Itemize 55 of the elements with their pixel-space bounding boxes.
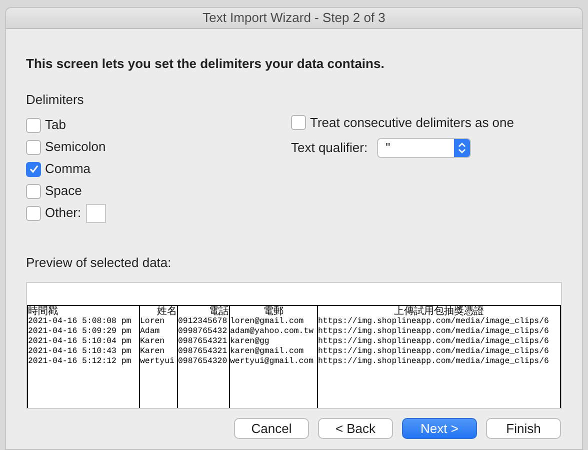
preview-cell-text: 2021-04-16 5:09:29 pm (28, 326, 132, 336)
preview-cell-text: Karen (140, 346, 166, 356)
dialog-button[interactable]: Next > (402, 418, 477, 438)
checkbox[interactable] (26, 140, 41, 154)
preview-cell-text: wertyui@gmail.com (230, 356, 315, 366)
preview-cell-text: https://img.shoplineapp.com/media/image_clips/6 (318, 316, 550, 326)
preview-cell-text: Adam (140, 326, 161, 336)
column-header: 姓名 (156, 306, 177, 316)
preview-cell-text: 2021-04-16 5:10:04 pm (28, 336, 132, 346)
dialog-button[interactable]: < Back (318, 418, 393, 438)
checkbox[interactable] (26, 162, 41, 176)
checkmark-icon (28, 164, 38, 174)
column-header: 時間戳 (28, 306, 59, 316)
checkbox-label[interactable]: Treat consecutive delimiters as one (310, 112, 514, 132)
preview-cell-text: 0987654321 (178, 346, 228, 356)
preview-cell-text: karen@gg (230, 336, 270, 346)
checkbox[interactable] (26, 118, 41, 132)
preview-cell-text: 0987654320 (178, 356, 228, 366)
dialog-button[interactable]: Cancel (234, 418, 309, 438)
preview-cell-text: adam@yahoo.com.tw (230, 326, 315, 336)
preview-cell-text: https://img.shoplineapp.com/media/image_clips/6 (318, 346, 550, 356)
preview-cell-text: Karen (140, 336, 166, 346)
preview-label: Preview of selected data: (26, 254, 172, 272)
checkbox[interactable] (26, 184, 41, 198)
text-qualifier-label: Text qualifier: (291, 139, 368, 158)
preview-cell-text: 2021-04-16 5:10:43 pm (28, 346, 132, 356)
stepper-icon (454, 139, 470, 157)
preview-cell-text: loren@gmail.com (230, 316, 305, 326)
checkbox[interactable] (291, 114, 306, 130)
preview-cell-text: https://img.shoplineapp.com/media/image_clips/6 (318, 326, 550, 336)
preview-cell-text: Loren (140, 316, 166, 326)
preview-cell-text: karen@gmail.com (230, 346, 305, 356)
checkbox[interactable] (26, 206, 41, 220)
checkbox-label[interactable]: Other: (45, 203, 82, 223)
preview-cell-text: https://img.shoplineapp.com/media/image_clips/6 (318, 336, 550, 346)
window-title: Text Import Wizard - Step 2 of 3 (202, 9, 386, 28)
other-input-field[interactable] (86, 204, 106, 222)
dialog-button[interactable]: Finish (486, 418, 561, 438)
preview-cell-text: 2021-04-16 5:08:08 pm (28, 316, 132, 326)
checkbox-label[interactable]: Tab (45, 115, 66, 135)
preview-cell-text: 0998765432 (178, 326, 228, 336)
column-header: 電話 (208, 306, 229, 316)
checkbox-label[interactable]: Comma (45, 159, 91, 179)
checkbox-label[interactable]: Space (45, 181, 82, 201)
preview-cell-text: 2021-04-16 5:12:12 pm (28, 356, 132, 366)
text-qualifier-select[interactable]: " (376, 138, 471, 158)
column-header: 電郵 (262, 306, 284, 316)
checkbox-label[interactable]: Semicolon (45, 137, 106, 157)
column-header: 上傳試用包抽獎憑證 (393, 306, 485, 316)
heading: This screen lets you set the delimiters your data contains. (26, 55, 386, 73)
preview-cell-text: 0987654321 (178, 336, 228, 346)
preview-cell-text: 0912345678 (178, 316, 228, 326)
section-label: Delimiters (26, 90, 85, 108)
preview-cell-text: https://img.shoplineapp.com/media/image_clips/6 (318, 356, 550, 366)
preview-cell-text: wertyui (140, 356, 176, 366)
